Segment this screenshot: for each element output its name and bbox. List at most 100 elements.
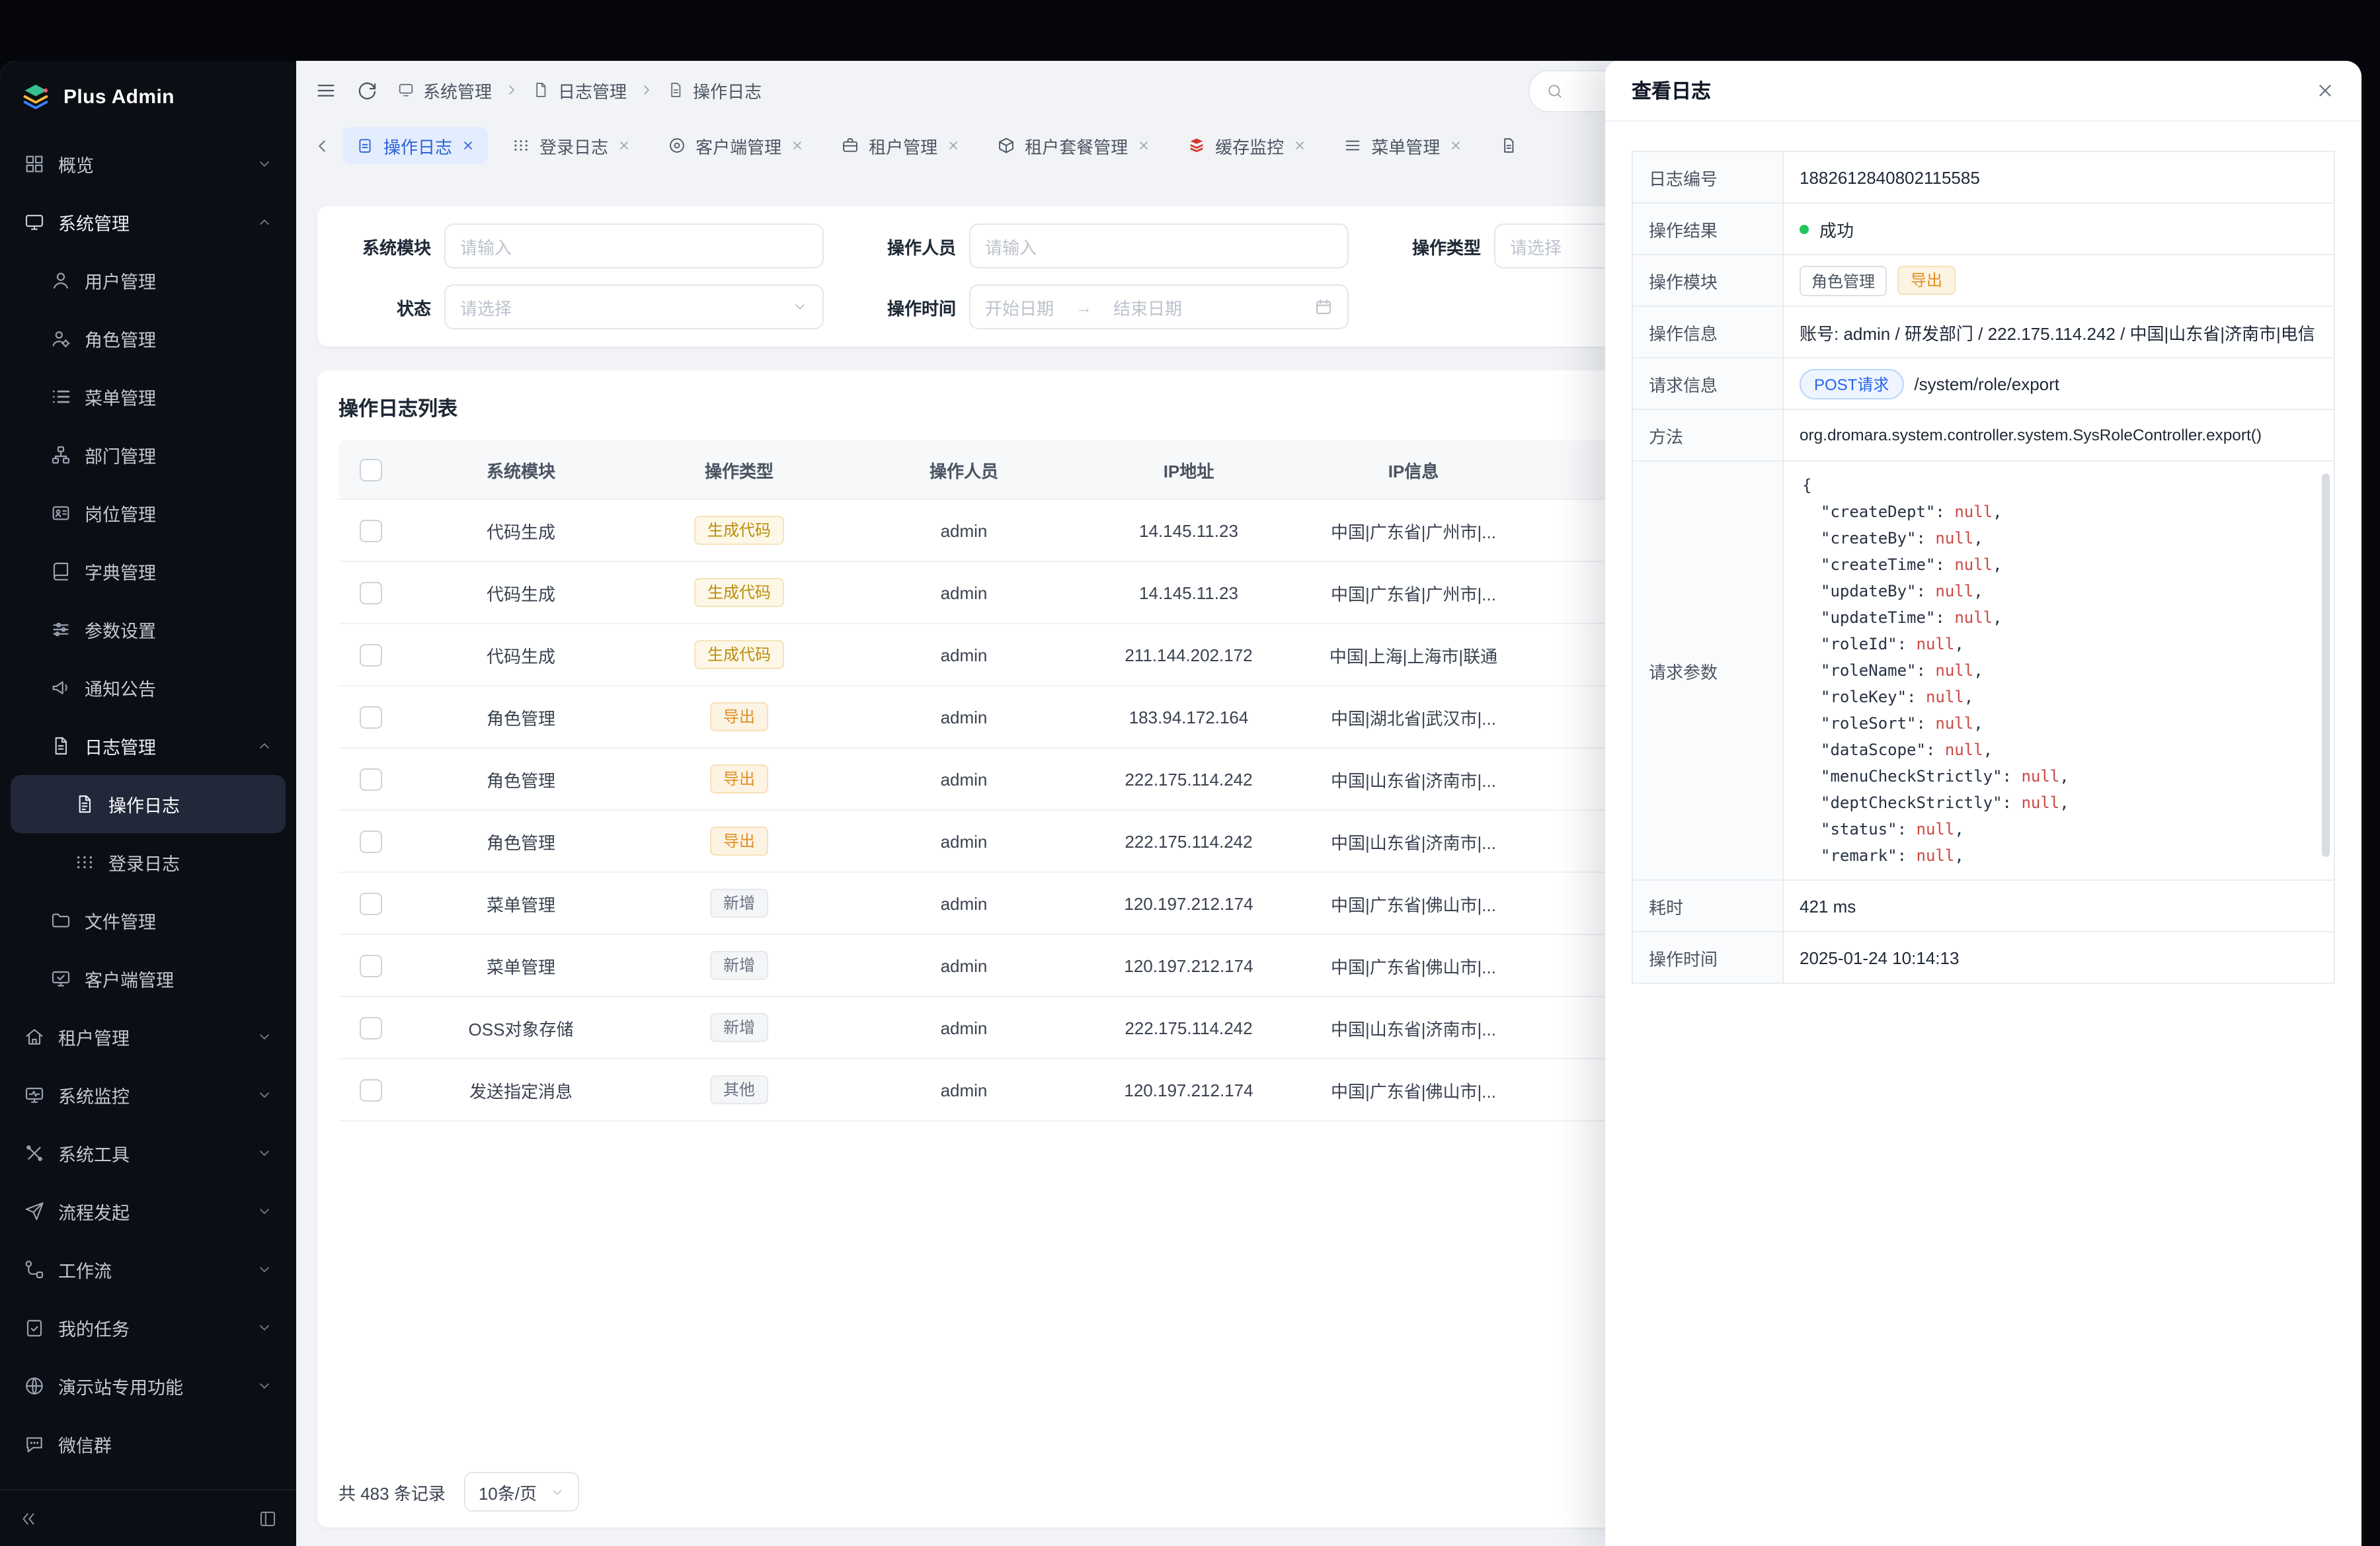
monitor-check-icon (50, 968, 71, 989)
sidebar-item-param-settings[interactable]: 参数设置 (11, 600, 286, 659)
close-icon[interactable] (1293, 139, 1306, 152)
tab-client-management[interactable]: 客户端管理 (654, 127, 817, 164)
tab-login-log[interactable]: 登录日志 (498, 127, 644, 164)
close-icon[interactable] (1137, 139, 1150, 152)
type-badge: 导出 (710, 702, 768, 731)
row-checkbox[interactable] (359, 519, 381, 542)
type-badge: 新增 (710, 1013, 768, 1042)
breadcrumb-item-operation-log[interactable]: 操作日志 (666, 77, 762, 102)
tab-menu-management[interactable]: 菜单管理 (1330, 127, 1476, 164)
sidebar-item-menu-management[interactable]: 菜单管理 (11, 368, 286, 426)
detail-row-info: 操作信息 账号: admin / 研发部门 / 222.175.114.242 … (1633, 307, 2334, 358)
close-icon[interactable] (617, 139, 631, 152)
sidebar-item-client-management[interactable]: 客户端管理 (11, 950, 286, 1008)
sidebar-item-system-tools[interactable]: 系统工具 (11, 1124, 286, 1182)
chevron-down-icon (257, 1320, 272, 1336)
chevron-down-icon (257, 1029, 272, 1045)
chevron-down-icon (257, 1203, 272, 1219)
sidebar-item-post-management[interactable]: 岗位管理 (11, 484, 286, 542)
sidebar-item-dict-management[interactable]: 字典管理 (11, 542, 286, 600)
success-dot (1800, 224, 1809, 233)
filter-module: 系统模块 请输入 (338, 224, 824, 268)
duration-value: 421 ms (1784, 881, 2334, 931)
row-checkbox[interactable] (359, 643, 381, 666)
calendar-icon (1314, 298, 1333, 316)
sidebar-item-notice[interactable]: 通知公告 (11, 659, 286, 717)
sidebar-item-wechat-group[interactable]: 微信群 (11, 1415, 286, 1473)
close-icon[interactable] (461, 139, 475, 152)
breadcrumb-item-system[interactable]: 系统管理 (397, 77, 492, 102)
search-icon (1546, 82, 1564, 101)
breadcrumb-item-log[interactable]: 日志管理 (532, 77, 627, 102)
brand: Plus Admin (0, 61, 296, 132)
java-method-value: org.dromara.system.controller.system.Sys… (1784, 410, 2334, 460)
tab-operation-log[interactable]: 操作日志 (342, 127, 488, 164)
row-checkbox[interactable] (359, 892, 381, 915)
target-icon (668, 136, 686, 155)
close-icon[interactable] (2315, 81, 2335, 101)
sidebar-item-system-management[interactable]: 系统管理 (11, 193, 286, 251)
scrollbar-thumb[interactable] (2322, 473, 2330, 857)
select-all-header (338, 440, 402, 499)
tab-tenant-management[interactable]: 租户管理 (828, 127, 973, 164)
tab-tenant-package[interactable]: 租户套餐管理 (984, 127, 1164, 164)
document-icon (666, 81, 685, 99)
close-icon[interactable] (1449, 139, 1462, 152)
paper-plane-icon (24, 1201, 45, 1222)
sidebar-item-system-monitor[interactable]: 系统监控 (11, 1066, 286, 1124)
sidebar-item-overview[interactable]: 概览 (11, 135, 286, 193)
sidebar-item-demo-features[interactable]: 演示站专用功能 (11, 1357, 286, 1415)
sidebar-nav: 概览 系统管理 用户管理 角色管理 菜单管理 (0, 132, 296, 1489)
row-checkbox[interactable] (359, 768, 381, 790)
status-select[interactable]: 请选择 (444, 284, 824, 329)
sidebar-item-process-start[interactable]: 流程发起 (11, 1182, 286, 1241)
chevron-right-icon (504, 82, 520, 98)
sidebar-item-workflow[interactable]: 工作流 (11, 1241, 286, 1299)
col-module: 系统模块 (402, 440, 640, 499)
row-checkbox[interactable] (359, 1078, 381, 1101)
chevron-down-icon (257, 1378, 272, 1394)
operation-info-value: 账号: admin / 研发部门 / 222.175.114.242 / 中国|… (1784, 307, 2334, 357)
page-size-select[interactable]: 10条/页 (464, 1472, 579, 1512)
document-icon (1499, 136, 1518, 155)
sidebar-item-user-management[interactable]: 用户管理 (11, 251, 286, 309)
chevron-right-icon (639, 82, 654, 98)
hamburger-icon[interactable] (315, 79, 337, 101)
request-params-json[interactable]: { "createDept": null, "createBy": null, … (1784, 462, 2334, 879)
detail-row-duration: 耗时 421 ms (1633, 881, 2334, 932)
type-badge: 生成代码 (694, 516, 784, 545)
row-checkbox[interactable] (359, 830, 381, 852)
row-checkbox[interactable] (359, 954, 381, 977)
refresh-icon[interactable] (356, 79, 378, 101)
row-checkbox[interactable] (359, 581, 381, 604)
book-icon (50, 561, 71, 582)
detail-row-params: 请求参数 { "createDept": null, "createBy": n… (1633, 462, 2334, 881)
close-icon[interactable] (791, 139, 804, 152)
sidebar-item-log-management[interactable]: 日志管理 (11, 717, 286, 775)
collapse-sidebar-icon[interactable] (19, 1508, 38, 1528)
date-range-input[interactable]: 开始日期 → 结束日期 (969, 284, 1349, 329)
sidebar-item-my-tasks[interactable]: 我的任务 (11, 1299, 286, 1357)
select-all-checkbox[interactable] (359, 458, 381, 481)
chevron-up-icon (257, 214, 272, 230)
document-icon (74, 793, 95, 815)
filter-status: 状态 请选择 (338, 284, 824, 329)
sidebar-item-file-management[interactable]: 文件管理 (11, 891, 286, 950)
drawer-header: 查看日志 (1605, 61, 2361, 122)
sidebar-item-tenant-management[interactable]: 租户管理 (11, 1008, 286, 1066)
detail-row-module: 操作模块 角色管理 导出 (1633, 255, 2334, 307)
sidebar-item-dept-management[interactable]: 部门管理 (11, 426, 286, 484)
sidebar-item-role-management[interactable]: 角色管理 (11, 309, 286, 368)
chevron-down-icon (257, 1087, 272, 1103)
row-checkbox[interactable] (359, 1016, 381, 1039)
tab-cache-monitor[interactable]: 缓存监控 (1174, 127, 1320, 164)
module-input[interactable]: 请输入 (444, 224, 824, 268)
log-detail-table: 日志编号 1882612840802115585 操作结果 成功 操作模块 (1632, 151, 2335, 984)
sidebar-item-operation-log[interactable]: 操作日志 (11, 775, 286, 833)
row-checkbox[interactable] (359, 706, 381, 728)
close-icon[interactable] (947, 139, 960, 152)
operator-input[interactable]: 请输入 (969, 224, 1349, 268)
panel-layout-icon[interactable] (258, 1508, 278, 1528)
chevron-left-icon[interactable] (312, 136, 332, 155)
sidebar-item-login-log[interactable]: 登录日志 (11, 833, 286, 891)
